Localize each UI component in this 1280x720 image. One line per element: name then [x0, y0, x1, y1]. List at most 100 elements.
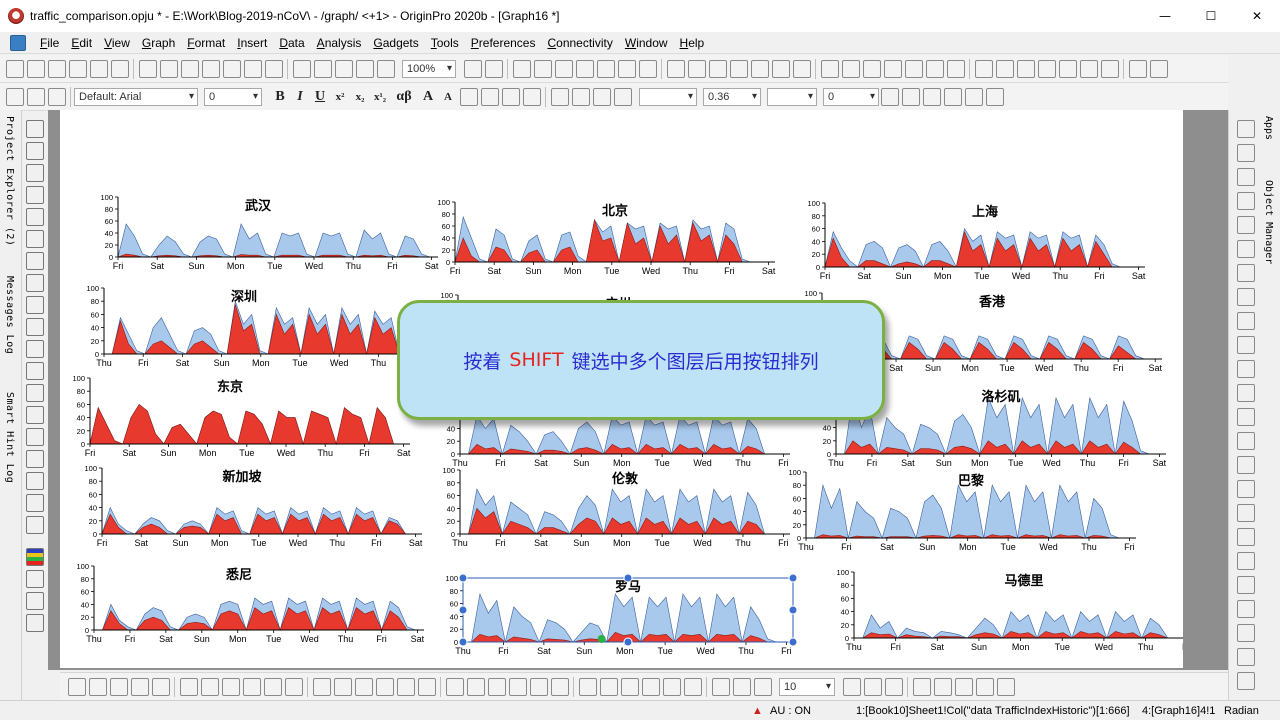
table-icon[interactable]	[922, 87, 941, 106]
toolbar-button-icon[interactable]	[771, 59, 790, 78]
supersub-button[interactable]: x¹₂	[370, 91, 390, 103]
toolbar-button-icon[interactable]	[904, 59, 923, 78]
layout-tool-icon[interactable]	[1237, 672, 1255, 690]
graph-toolbar-button-icon[interactable]	[753, 677, 772, 696]
graph-toolbar-button-icon[interactable]	[933, 677, 952, 696]
line-style-select[interactable]	[639, 87, 697, 106]
layout-tool-icon[interactable]	[1237, 552, 1255, 570]
layout-tool-icon[interactable]	[1237, 408, 1255, 426]
bottom-size-select[interactable]: 10	[779, 677, 835, 696]
arrow-tool-icon[interactable]	[26, 362, 44, 380]
layout-tool-icon[interactable]	[1237, 600, 1255, 618]
pattern-icon[interactable]	[501, 87, 520, 106]
toolbar-button-icon[interactable]	[729, 59, 748, 78]
toolbar-button-icon[interactable]	[68, 59, 87, 78]
arrange-icon[interactable]	[985, 87, 1004, 106]
graph-toolbar-button-icon[interactable]	[711, 677, 730, 696]
chart-layer[interactable]: 020406080100Fri Sat Sun Mon Tue Wed Thu Fri Sat武…	[100, 193, 438, 271]
graph-toolbar-button-icon[interactable]	[445, 677, 464, 696]
underline-button[interactable]: U	[310, 89, 330, 105]
graph-toolbar-button-icon[interactable]	[578, 677, 597, 696]
layout-tool-icon[interactable]	[1237, 576, 1255, 594]
object-manager-tab[interactable]: Object Manager	[1263, 180, 1274, 264]
toolbar-button-icon[interactable]	[617, 59, 636, 78]
layout-tool-icon[interactable]	[1237, 168, 1255, 186]
menu-preferences[interactable]: Preferences	[465, 32, 542, 54]
layout-tool-icon[interactable]	[1237, 504, 1255, 522]
toolbar-button-icon[interactable]	[1016, 59, 1035, 78]
menu-format[interactable]: Format	[181, 32, 231, 54]
chart-layer[interactable]: 020406080100Thu Fri Sat Sun Mon Tue Wed Thu Fri伦…	[442, 466, 790, 548]
graph-toolbar-button-icon[interactable]	[151, 677, 170, 696]
toolbar-button-icon[interactable]	[1100, 59, 1119, 78]
graph-toolbar-button-icon[interactable]	[884, 677, 903, 696]
toolbar-button-icon[interactable]	[554, 59, 573, 78]
toolbar-button-icon[interactable]	[26, 59, 45, 78]
close-button[interactable]: ✕	[1234, 0, 1280, 32]
object-icon[interactable]	[26, 516, 44, 534]
border-icon[interactable]	[901, 87, 920, 106]
increase-font-button[interactable]: A	[418, 89, 438, 105]
line-width-select[interactable]: 0.36	[703, 87, 761, 106]
mask-icon[interactable]	[26, 252, 44, 270]
menu-file[interactable]: File	[34, 32, 65, 54]
toolbar-button-icon[interactable]	[159, 59, 178, 78]
align-icon[interactable]	[459, 87, 478, 106]
layout-tool-icon[interactable]	[1237, 120, 1255, 138]
graph-toolbar-button-icon[interactable]	[263, 677, 282, 696]
toolbar-button-icon[interactable]	[750, 59, 769, 78]
graph-toolbar-button-icon[interactable]	[466, 677, 485, 696]
graph-toolbar-button-icon[interactable]	[221, 677, 240, 696]
menu-help[interactable]: Help	[674, 32, 711, 54]
layout-tool-icon[interactable]	[1237, 192, 1255, 210]
line-color-icon[interactable]	[592, 87, 611, 106]
shadow-icon[interactable]	[571, 87, 590, 106]
graph-toolbar-button-icon[interactable]	[284, 677, 303, 696]
draw-data-icon[interactable]	[26, 274, 44, 292]
toolbar-button-icon[interactable]	[201, 59, 220, 78]
menu-tools[interactable]: Tools	[425, 32, 465, 54]
graph-toolbar-button-icon[interactable]	[683, 677, 702, 696]
graph-toolbar-button-icon[interactable]	[842, 677, 861, 696]
graph-toolbar-button-icon[interactable]	[863, 677, 882, 696]
insert-image-icon[interactable]	[26, 472, 44, 490]
menu-analysis[interactable]: Analysis	[311, 32, 368, 54]
layout-tool-icon[interactable]	[1237, 456, 1255, 474]
graph-toolbar-button-icon[interactable]	[620, 677, 639, 696]
toolbar-button-icon[interactable]	[1149, 59, 1168, 78]
layer-icon[interactable]	[943, 87, 962, 106]
move-layer-icon[interactable]	[964, 87, 983, 106]
toolbar-button-icon[interactable]	[512, 59, 531, 78]
toolbar-button-icon[interactable]	[1079, 59, 1098, 78]
line-tool-icon[interactable]	[26, 384, 44, 402]
project-explorer-tab[interactable]: Project Explorer (2)	[4, 116, 15, 246]
rectangle-tool-icon[interactable]	[26, 406, 44, 424]
document-icon[interactable]	[10, 34, 26, 51]
graph-toolbar-button-icon[interactable]	[109, 677, 128, 696]
graph-toolbar-button-icon[interactable]	[67, 677, 86, 696]
graph-toolbar-button-icon[interactable]	[417, 677, 436, 696]
toolbar-button-icon[interactable]	[995, 59, 1014, 78]
menu-window[interactable]: Window	[619, 32, 674, 54]
fill-bucket-icon[interactable]	[550, 87, 569, 106]
toolbar-button-icon[interactable]	[180, 59, 199, 78]
chart-layer[interactable]: 020406080100Fri Sat Sun Mon Tue Wed Thu Fri Sat北…	[437, 198, 775, 276]
toolbar-button-icon[interactable]	[575, 59, 594, 78]
graph-toolbar-button-icon[interactable]	[975, 677, 994, 696]
menu-view[interactable]: View	[98, 32, 136, 54]
menu-insert[interactable]: Insert	[231, 32, 273, 54]
font-color-icon[interactable]	[522, 87, 541, 106]
toolbar-button-icon[interactable]	[792, 59, 811, 78]
graph-toolbar-button-icon[interactable]	[375, 677, 394, 696]
toolbar-button-icon[interactable]	[89, 59, 108, 78]
toolbar-button-icon[interactable]	[138, 59, 157, 78]
menu-gadgets[interactable]: Gadgets	[367, 32, 424, 54]
toolbar-button-icon[interactable]	[638, 59, 657, 78]
chart-layer[interactable]: 020406080100ThuFriSatSunMonTueWedThuFri马…	[836, 568, 1194, 652]
cut-icon[interactable]	[5, 87, 24, 106]
font-select[interactable]: Default: Arial	[74, 87, 198, 106]
layer-tool-icon[interactable]	[26, 494, 44, 512]
graph-toolbar-button-icon[interactable]	[954, 677, 973, 696]
chart-layer[interactable]: 020406080100Fri Sat Sun Mon Tue Wed Thu Fri Sat东…	[72, 374, 410, 458]
graph-toolbar-button-icon[interactable]	[529, 677, 548, 696]
